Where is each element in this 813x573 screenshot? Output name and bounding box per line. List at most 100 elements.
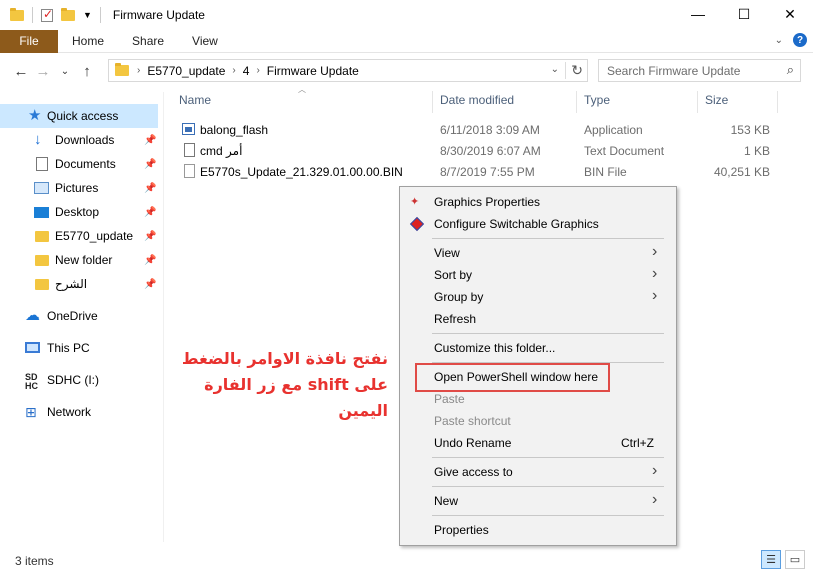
menu-item-properties[interactable]: Properties <box>400 519 676 541</box>
nav-label: Pictures <box>55 181 99 195</box>
pin-icon[interactable]: 📌 <box>144 255 156 266</box>
column-header-name[interactable]: Name <box>179 93 211 107</box>
nav-e5770-update[interactable]: E5770_update 📌 <box>0 224 158 248</box>
back-arrow-icon[interactable]: ← <box>10 63 32 80</box>
nav-sdhc[interactable]: SD HC SDHC (I:) <box>0 368 158 392</box>
title-bar: ▼ Firmware Update — ☐ ✕ <box>0 0 813 30</box>
tab-share[interactable]: Share <box>118 30 178 53</box>
submenu-arrow-icon: › <box>652 243 658 260</box>
search-input[interactable]: Search Firmware Update ⌕ <box>598 59 801 82</box>
nav-label: الشرح <box>55 277 88 291</box>
nav-this-pc[interactable]: This PC <box>0 336 158 360</box>
submenu-arrow-icon: › <box>652 287 658 304</box>
pin-icon[interactable]: 📌 <box>144 279 156 290</box>
breadcrumb-separator-icon[interactable]: › <box>256 65 259 76</box>
folder-icon[interactable] <box>10 7 24 21</box>
file-row[interactable]: balong_flash 6/11/2018 3:09 AM Applicati… <box>178 120 778 140</box>
menu-label: Group by <box>434 290 484 304</box>
menu-item-customize-folder[interactable]: Customize this folder... <box>400 337 676 359</box>
menu-item-view[interactable]: View › <box>400 242 676 264</box>
ribbon-right-controls: ⌄ ? <box>775 33 807 47</box>
nav-network[interactable]: ⊞ Network <box>0 400 158 424</box>
text-file-icon <box>184 143 195 157</box>
menu-separator <box>432 333 664 334</box>
menu-label: Properties <box>434 523 489 537</box>
breadcrumb-separator-icon[interactable]: › <box>137 65 140 76</box>
large-icons-view-icon[interactable]: ▭ <box>785 550 805 569</box>
window-title: Firmware Update <box>112 8 205 22</box>
nav-documents[interactable]: Documents 📌 <box>0 152 158 176</box>
pane-divider[interactable] <box>163 92 164 542</box>
expand-ribbon-icon[interactable]: ⌄ <box>775 35 783 46</box>
tab-view[interactable]: View <box>178 30 232 53</box>
menu-item-refresh[interactable]: Refresh <box>400 308 676 330</box>
file-row[interactable]: E5770s_Update_21.329.01.00.00.BIN 8/7/20… <box>178 162 778 182</box>
nav-desktop[interactable]: Desktop 📌 <box>0 200 158 224</box>
menu-label: Paste shortcut <box>434 414 511 428</box>
nav-sharh-folder[interactable]: الشرح 📌 <box>0 272 158 296</box>
nav-quick-access[interactable]: ★ Quick access <box>0 104 158 128</box>
view-toggle: ☰ ▭ <box>761 550 805 569</box>
pin-icon[interactable]: 📌 <box>144 159 156 170</box>
menu-item-new[interactable]: New › <box>400 490 676 512</box>
address-bar[interactable]: › E5770_update › 4 › Firmware Update ⌄ ↻ <box>108 59 588 82</box>
star-icon: ★ <box>28 107 42 124</box>
recent-locations-chevron-icon[interactable]: ⌄ <box>54 66 76 77</box>
file-size: 153 KB <box>730 123 770 137</box>
customize-toolbar-dropdown-icon[interactable]: ▼ <box>83 10 92 20</box>
documents-icon <box>36 157 48 171</box>
network-icon: ⊞ <box>25 404 37 420</box>
pin-icon[interactable]: 📌 <box>144 207 156 218</box>
column-header-date[interactable]: Date modified <box>440 93 514 107</box>
menu-item-graphics-properties[interactable]: ✦ Graphics Properties <box>400 191 676 213</box>
column-divider[interactable] <box>697 91 698 113</box>
menu-item-sort-by[interactable]: Sort by › <box>400 264 676 286</box>
maximize-icon[interactable]: ☐ <box>721 0 767 28</box>
minimize-icon[interactable]: — <box>675 0 721 28</box>
submenu-arrow-icon: › <box>652 491 658 508</box>
nav-pictures[interactable]: Pictures 📌 <box>0 176 158 200</box>
close-icon[interactable]: ✕ <box>767 0 813 28</box>
computer-icon <box>25 342 40 353</box>
menu-item-give-access[interactable]: Give access to › <box>400 461 676 483</box>
file-size: 40,251 KB <box>713 165 770 179</box>
help-icon[interactable]: ? <box>793 33 807 47</box>
pin-icon[interactable]: 📌 <box>144 183 156 194</box>
refresh-icon[interactable]: ↻ <box>565 62 583 79</box>
breadcrumb-separator-icon[interactable]: › <box>232 65 235 76</box>
column-header-type[interactable]: Type <box>584 93 610 107</box>
pin-icon[interactable]: 📌 <box>144 135 156 146</box>
details-view-icon[interactable]: ☰ <box>761 550 781 569</box>
window-controls: — ☐ ✕ <box>675 0 813 28</box>
menu-item-undo-rename[interactable]: Undo Rename Ctrl+Z <box>400 432 676 454</box>
pin-icon[interactable]: 📌 <box>144 231 156 242</box>
desktop-icon <box>34 207 49 218</box>
column-divider[interactable] <box>777 91 778 113</box>
file-date: 8/7/2019 7:55 PM <box>440 165 535 179</box>
properties-check-icon[interactable] <box>41 7 53 22</box>
forward-arrow-icon[interactable]: → <box>32 63 54 80</box>
toolbar-divider <box>99 7 101 23</box>
up-arrow-icon[interactable]: ↑ <box>76 63 98 80</box>
column-divider[interactable] <box>576 91 577 113</box>
new-folder-icon[interactable] <box>61 7 75 21</box>
menu-item-configure-graphics[interactable]: Configure Switchable Graphics <box>400 213 676 235</box>
file-name: balong_flash <box>200 123 269 137</box>
breadcrumb-e5770-update[interactable]: E5770_update <box>147 64 225 78</box>
breadcrumb-4[interactable]: 4 <box>243 64 250 78</box>
nav-downloads[interactable]: ↓ Downloads 📌 <box>0 128 158 152</box>
menu-label: New <box>434 494 459 508</box>
column-header-size[interactable]: Size <box>705 93 728 107</box>
search-icon[interactable]: ⌕ <box>787 62 794 78</box>
menu-item-group-by[interactable]: Group by › <box>400 286 676 308</box>
column-divider[interactable] <box>432 91 433 113</box>
nav-onedrive[interactable]: ☁ OneDrive <box>0 304 158 328</box>
nav-label: SDHC (I:) <box>47 373 99 387</box>
tab-file[interactable]: File <box>0 29 58 53</box>
file-row[interactable]: cmd أمر 8/30/2019 6:07 AM Text Document … <box>178 141 778 161</box>
breadcrumb-firmware-update[interactable]: Firmware Update <box>267 64 359 78</box>
menu-separator <box>432 457 664 458</box>
nav-new-folder[interactable]: New folder 📌 <box>0 248 158 272</box>
tab-home[interactable]: Home <box>58 30 118 53</box>
address-dropdown-icon[interactable]: ⌄ <box>551 64 559 75</box>
